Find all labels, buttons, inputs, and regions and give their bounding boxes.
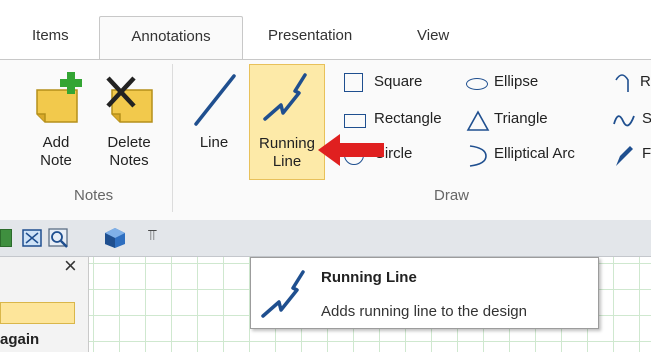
elliptical-arc-icon [469, 145, 487, 167]
customize-toolbar-icon[interactable]: ⫪ [148, 227, 156, 244]
running-line-label-2: Line [272, 153, 302, 170]
item-text: again [0, 331, 40, 348]
add-note-label-1: Add [42, 134, 70, 151]
tooltip-title: Running Line [321, 269, 417, 286]
add-note-icon [36, 72, 82, 123]
tab-annotations-label: Annotations [131, 28, 211, 45]
triangle-label: Triangle [494, 110, 548, 127]
delete-notes-icon [106, 76, 153, 123]
fit-page-icon[interactable] [22, 229, 42, 247]
3d-view-icon[interactable] [104, 227, 126, 249]
line-button[interactable]: Line [185, 66, 243, 170]
close-icon[interactable]: × [64, 253, 77, 279]
sine-label: S [642, 110, 651, 127]
quick-access-bar: ⫪ [0, 220, 651, 257]
selected-item[interactable] [0, 302, 75, 324]
sine-wave-icon [613, 115, 635, 127]
square-label: Square [374, 73, 423, 90]
tooltip: Running Line Adds running line to the de… [250, 257, 599, 329]
left-panel: × again [0, 253, 89, 352]
freehand-label: F [642, 145, 651, 162]
add-note-label-2: Note [40, 152, 72, 169]
group-divider [172, 64, 173, 212]
zoom-icon[interactable] [48, 228, 70, 248]
add-note-button[interactable] [33, 72, 83, 123]
delete-notes-label-1: Delete [107, 134, 151, 151]
line-label: Line [199, 134, 229, 151]
tab-annotations[interactable]: Annotations [99, 16, 243, 60]
running-line-label-1: Running [259, 135, 315, 152]
square-icon [344, 73, 363, 92]
tab-strip: Items Annotations Presentation View [0, 0, 651, 60]
tab-items[interactable]: Items [32, 27, 69, 44]
tooltip-description: Adds running line to the design [321, 303, 527, 320]
notes-group-label: Notes [74, 187, 114, 204]
delete-notes-button[interactable] [104, 72, 156, 123]
running-line-button[interactable]: Running Line [249, 64, 325, 180]
running-line-icon [261, 270, 305, 318]
triangle-icon [466, 110, 490, 131]
rectangle-label: Rectangle [374, 110, 442, 127]
tab-presentation[interactable]: Presentation [268, 27, 352, 44]
delete-notes-label-2: Notes [109, 152, 149, 169]
draw-group-label: Draw [434, 187, 470, 204]
running-line-icon [263, 73, 307, 121]
arc-label: R [640, 73, 651, 90]
grid-view-icon[interactable] [0, 229, 12, 247]
tab-view[interactable]: View [417, 27, 449, 44]
line-icon [194, 74, 236, 126]
arc-icon [615, 74, 629, 92]
ellipse-label: Ellipse [494, 73, 539, 90]
elliptical-arc-label: Elliptical Arc [494, 145, 575, 162]
pen-icon [616, 146, 633, 166]
ellipse-icon [466, 78, 488, 90]
rectangle-icon [344, 114, 366, 128]
red-arrow-icon [318, 134, 384, 166]
